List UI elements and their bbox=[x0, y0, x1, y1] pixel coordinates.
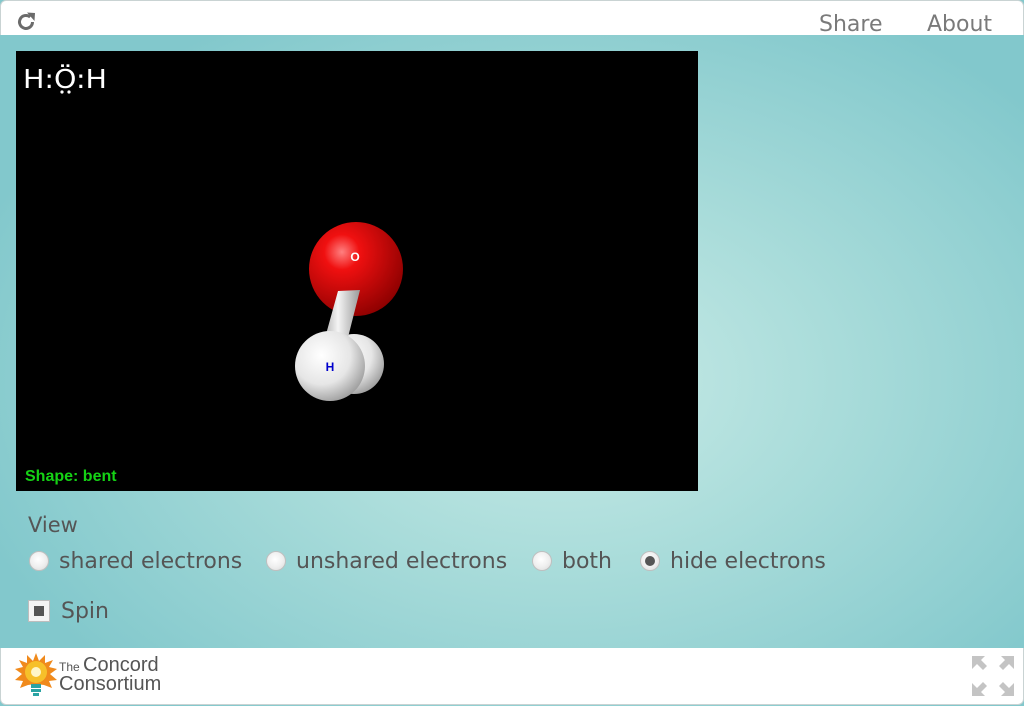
shape-label: Shape: bent bbox=[25, 468, 117, 485]
molecule-viewer[interactable]: H:Ö:H O H Shape: bent bbox=[16, 51, 698, 491]
footer-bar: The Concord Consortium bbox=[0, 648, 1024, 705]
radio-unshared-electrons[interactable]: unshared electrons bbox=[266, 546, 507, 576]
hydrogen-label: H bbox=[326, 360, 335, 374]
radio-both[interactable]: both bbox=[532, 546, 612, 576]
top-bar: Share About bbox=[0, 0, 1024, 37]
reload-icon[interactable] bbox=[15, 11, 37, 33]
radio-label: shared electrons bbox=[59, 548, 243, 574]
share-link[interactable]: Share bbox=[819, 11, 883, 39]
view-title: View bbox=[28, 513, 78, 537]
about-link[interactable]: About bbox=[927, 11, 992, 39]
logo-text-the: The bbox=[59, 660, 80, 674]
logo-text-consortium: Consortium bbox=[59, 673, 162, 695]
radio-button[interactable] bbox=[266, 551, 286, 571]
radio-shared-electrons[interactable]: shared electrons bbox=[29, 546, 242, 576]
water-molecule[interactable]: O H bbox=[16, 51, 698, 491]
spin-checkbox[interactable] bbox=[28, 600, 50, 622]
concord-lightbulb-icon bbox=[15, 653, 57, 696]
oxygen-label: O bbox=[350, 250, 359, 264]
radio-button-selected[interactable] bbox=[640, 551, 660, 571]
radio-label: both bbox=[562, 548, 612, 574]
spin-label: Spin bbox=[61, 598, 109, 624]
radio-label: unshared electrons bbox=[296, 548, 508, 574]
radio-button[interactable] bbox=[29, 551, 49, 571]
radio-hide-electrons[interactable]: hide electrons bbox=[640, 546, 826, 576]
radio-label: hide electrons bbox=[670, 548, 826, 574]
fullscreen-icon[interactable] bbox=[970, 654, 1016, 698]
spin-checkbox-row[interactable]: Spin bbox=[28, 596, 109, 626]
radio-button[interactable] bbox=[532, 551, 552, 571]
